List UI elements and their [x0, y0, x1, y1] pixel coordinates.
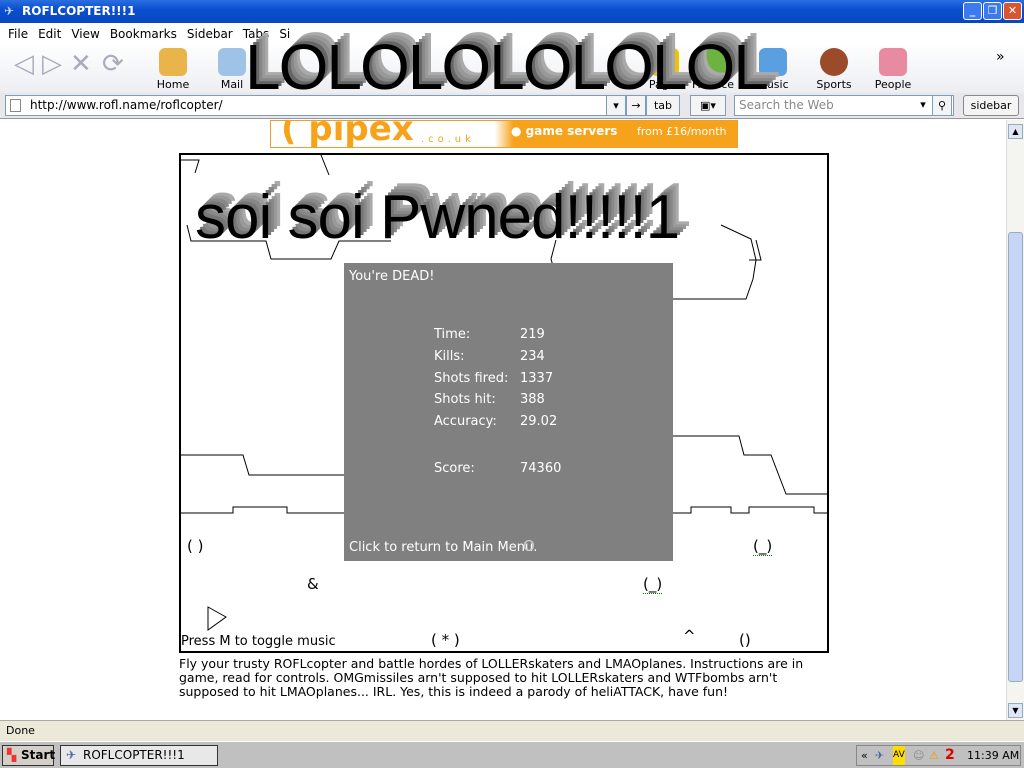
- enemy-glyph: &: [307, 575, 319, 593]
- return-to-menu-link[interactable]: Click to return to Main Menu.: [349, 540, 537, 555]
- stat-shots-hit: Shots hit: 388: [434, 392, 545, 407]
- back-icon[interactable]: ◁: [14, 49, 34, 79]
- sidebar-button[interactable]: sidebar: [963, 95, 1019, 116]
- scroll-thumb[interactable]: [1008, 232, 1023, 682]
- minimize-button[interactable]: _: [963, 2, 982, 20]
- tray-messenger-icon[interactable]: ☺: [913, 746, 924, 765]
- stat-score: Score: 74360: [434, 461, 562, 476]
- tray-browser-icon[interactable]: ✈: [875, 746, 884, 765]
- menu-view[interactable]: View: [67, 23, 105, 43]
- page-icon: [10, 99, 21, 112]
- forward-icon[interactable]: ▷: [42, 49, 62, 79]
- lol-overlay-text: LOLOLOLOLOLOL: [245, 31, 769, 103]
- page-content: ( pipex .co.uk ● game servers from £16/m…: [0, 120, 1006, 720]
- window-title: ROFLCOPTER!!!1: [22, 4, 136, 18]
- stat-kills: Kills: 234: [434, 349, 545, 364]
- browser-icon: ✈: [4, 4, 15, 18]
- ad-banner[interactable]: ( pipex .co.uk ● game servers from £16/m…: [270, 120, 738, 149]
- menu-sidebar[interactable]: Sidebar: [183, 23, 239, 43]
- missile-glyph: O: [523, 537, 535, 555]
- enemy-glyph: ( * ): [431, 631, 460, 649]
- search-icon[interactable]: ⚲: [932, 95, 952, 116]
- menu-file[interactable]: File: [4, 23, 34, 43]
- home-icon: [159, 48, 187, 76]
- menu-bookmarks[interactable]: Bookmarks: [106, 23, 183, 43]
- title-bar: ✈ ROFLCOPTER!!!1 _ ❐ ✕: [0, 0, 1024, 23]
- people-icon: [879, 48, 907, 76]
- game-over-panel[interactable]: You're DEAD! Time: 219 Kills: 234 Shots fi…: [344, 263, 673, 561]
- banner-logo: ( pipex: [281, 120, 414, 149]
- vertical-scrollbar[interactable]: ▲ ▼: [1006, 120, 1024, 720]
- stat-time: Time: 219: [434, 327, 545, 342]
- tray-warning-icon[interactable]: ⚠: [929, 746, 939, 765]
- tray-app-icon[interactable]: 2: [945, 746, 955, 765]
- stop-icon[interactable]: ✕: [70, 49, 92, 79]
- music-hint: Press M to toggle music: [181, 634, 336, 649]
- reload-icon[interactable]: ⟳: [102, 49, 124, 79]
- mail-icon: [218, 48, 246, 76]
- lollerskater-glyph: (_): [643, 575, 663, 594]
- stat-accuracy: Accuracy: 29.02: [434, 414, 558, 429]
- tray-antivirus-icon[interactable]: AV: [893, 746, 905, 765]
- scroll-up-button[interactable]: ▲: [1008, 124, 1023, 139]
- system-tray: « ✈ AV ☺ ⚠ 2 11:39 AM: [856, 745, 1021, 766]
- enemy-glyph: ^: [683, 627, 696, 645]
- taskbar-item-browser[interactable]: ✈ ROFLCOPTER!!!1: [60, 745, 218, 766]
- game-description: Fly your trusty ROFLcopter and battle ho…: [179, 656, 804, 699]
- clock: 11:39 AM: [967, 749, 1020, 762]
- pwned-overlay-text: soi soi Pwned!!!!!1: [195, 183, 680, 252]
- taskbar: ▚ Start ✈ ROFLCOPTER!!!1 « ✈ AV ☺ ⚠ 2 11:3…: [0, 741, 1024, 768]
- tray-collapse-button[interactable]: «: [861, 746, 868, 765]
- restore-button[interactable]: ❐: [983, 2, 1002, 20]
- sports-icon: [820, 48, 848, 76]
- toolbar-home[interactable]: Home: [148, 48, 198, 91]
- browser-icon: ✈: [66, 748, 77, 762]
- toolbar-people[interactable]: People: [868, 48, 918, 91]
- more-chevron-icon[interactable]: »: [996, 49, 1005, 65]
- search-dropdown[interactable]: ▾: [914, 95, 932, 116]
- scroll-down-button[interactable]: ▼: [1008, 703, 1023, 718]
- start-button[interactable]: ▚ Start: [2, 745, 55, 766]
- enemy-glyph: (): [739, 631, 751, 649]
- enemy-glyph: ( ): [187, 537, 204, 555]
- windows-logo-icon: ▚: [7, 748, 17, 762]
- dead-title: You're DEAD!: [349, 269, 435, 284]
- stat-shots-fired: Shots fired: 1337: [434, 371, 554, 386]
- game-canvas[interactable]: soi soi Pwned!!!!!1 You're DEAD! Time: 21…: [179, 153, 829, 653]
- lollerskater-glyph: (_): [753, 537, 773, 556]
- status-bar: Done: [0, 720, 1024, 741]
- toolbar-sports[interactable]: Sports: [809, 48, 859, 91]
- menu-edit[interactable]: Edit: [34, 23, 67, 43]
- close-button[interactable]: ✕: [1003, 2, 1022, 20]
